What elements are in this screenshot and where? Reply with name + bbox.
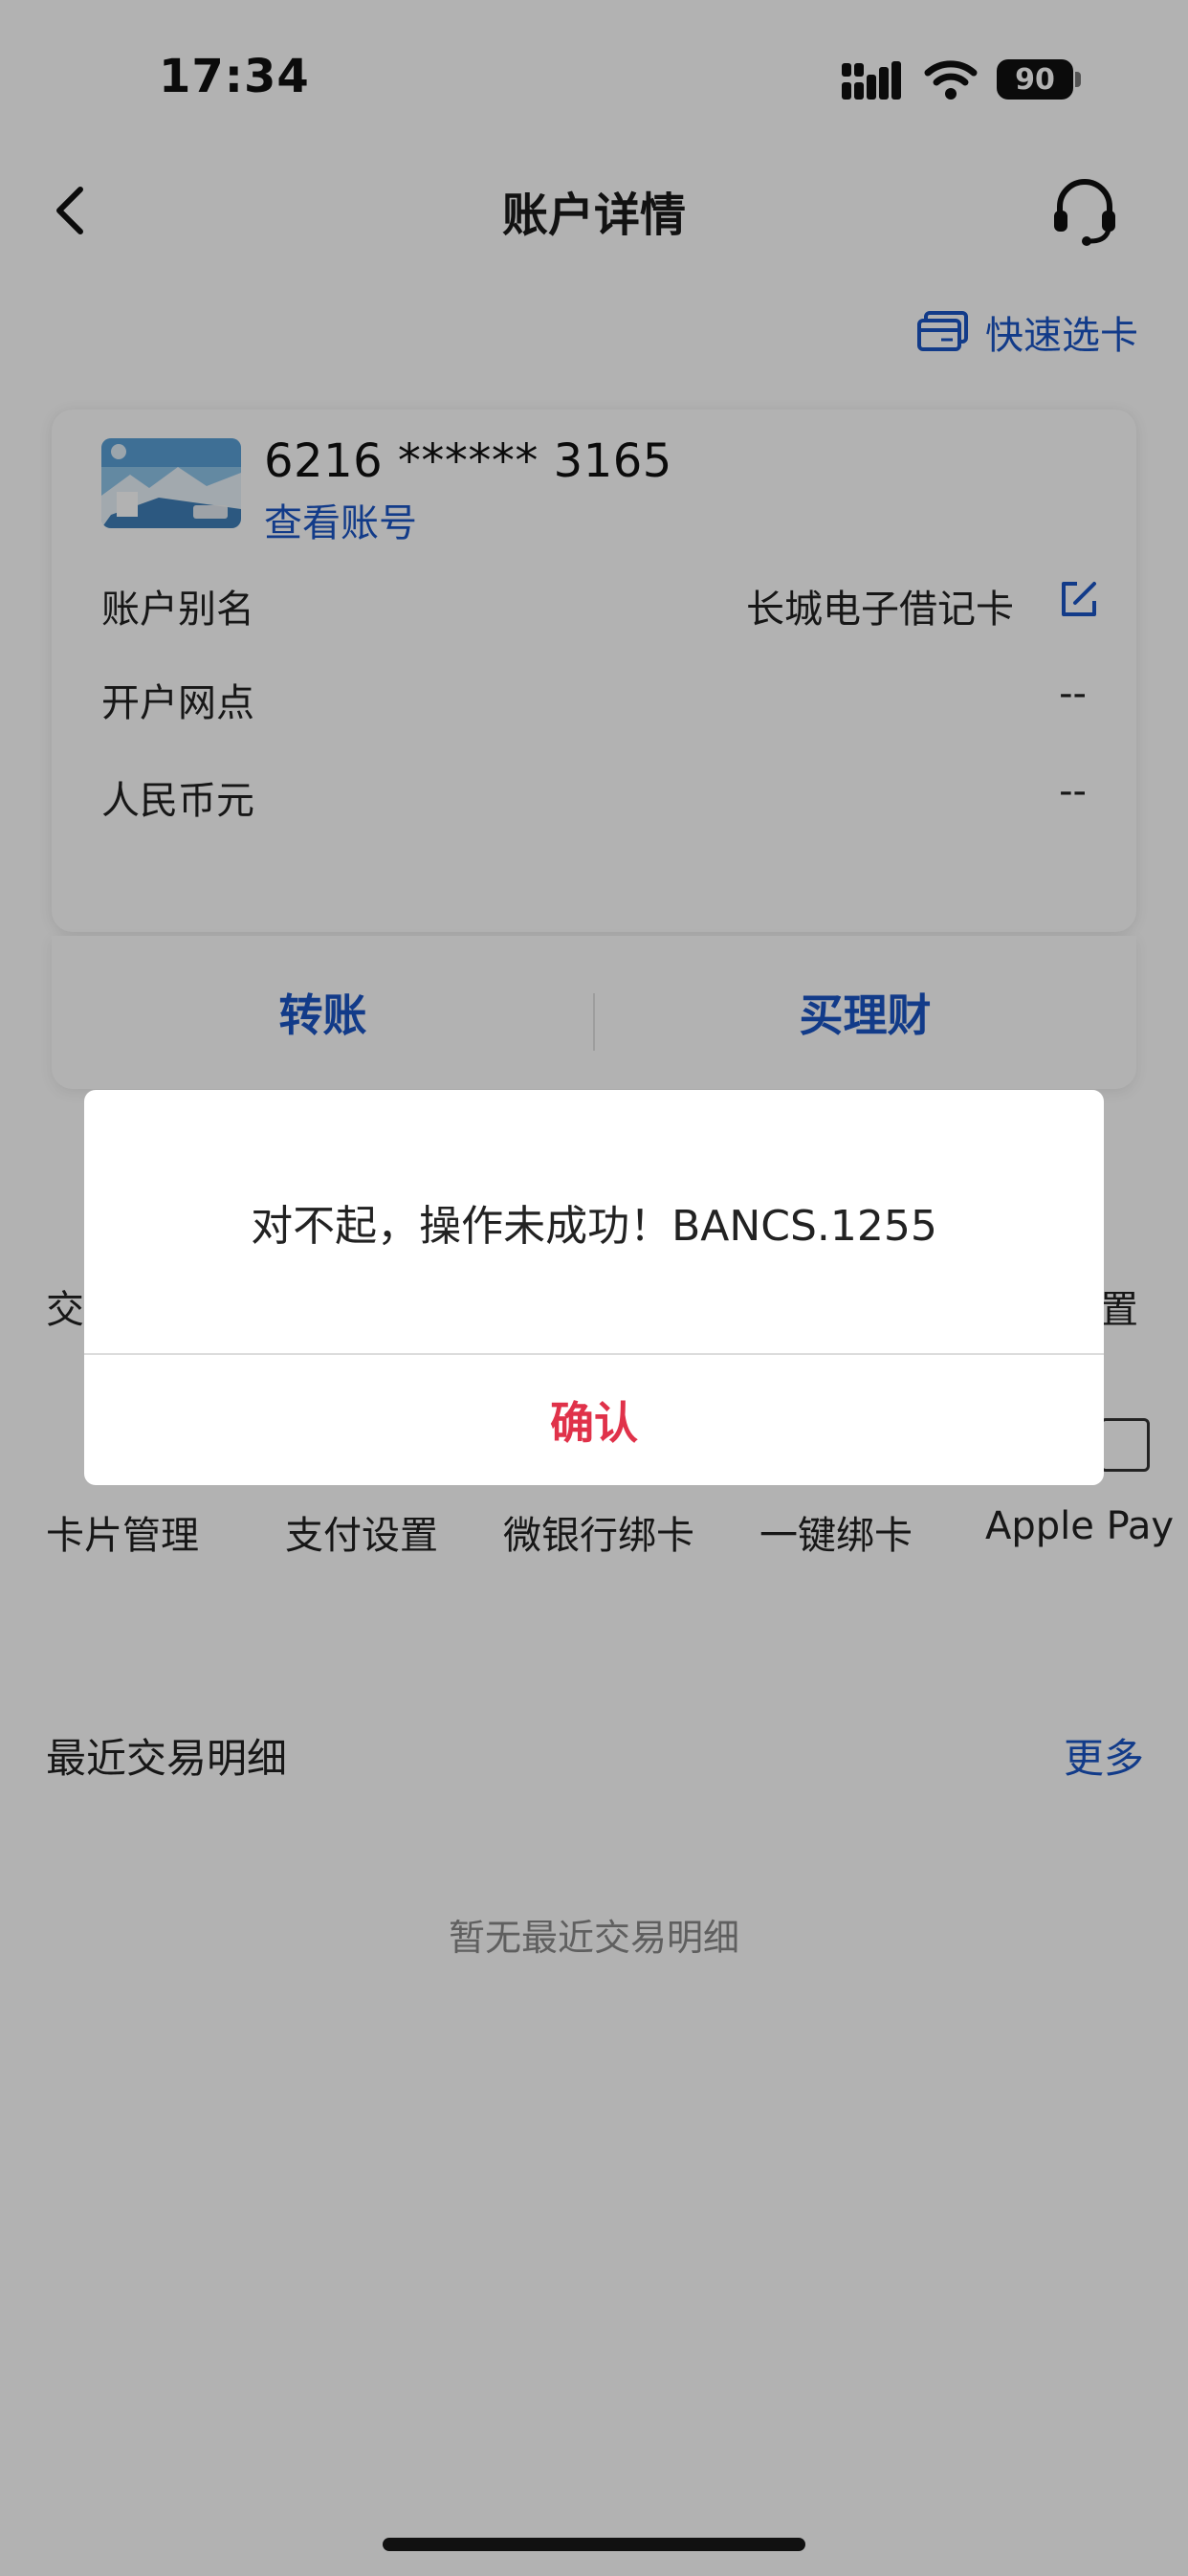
home-indicator[interactable] [383,2538,805,2551]
dialog-message: 对不起，操作未成功！BANCS.1255 [251,1201,937,1251]
error-dialog: 对不起，操作未成功！BANCS.1255 确认 [84,1090,1104,1485]
app-screen: 17:34 90 账户详情 快速选卡 6216 ****** 3165 查看账号… [0,0,1188,2576]
confirm-button[interactable]: 确认 [84,1355,1104,1485]
